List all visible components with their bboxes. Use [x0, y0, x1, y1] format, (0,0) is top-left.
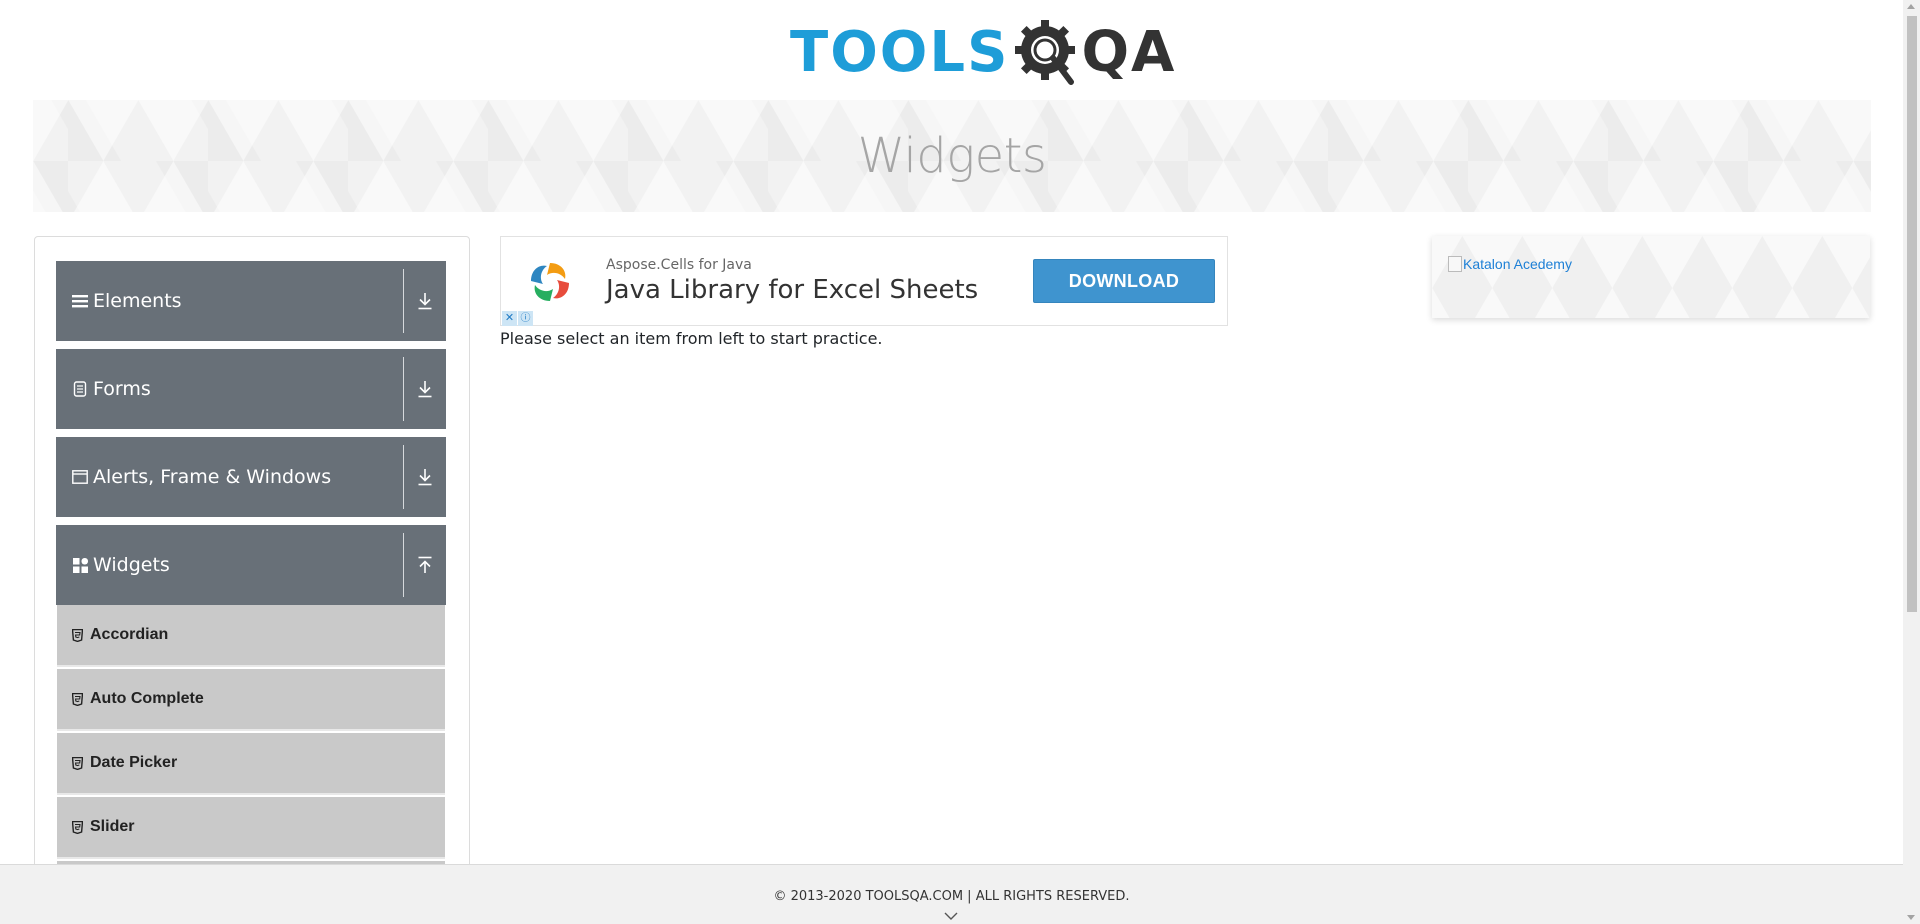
ad-banner[interactable]: Aspose.Cells for Java Java Library for E…: [500, 236, 1228, 326]
aspose-logo-icon: [531, 263, 569, 301]
ad-alt-text: Katalon Acedemy: [1463, 256, 1572, 272]
scrollbar-thumb[interactable]: [1907, 16, 1917, 612]
scroll-up-arrow-icon[interactable]: [1907, 4, 1915, 9]
ad-subtitle: Aspose.Cells for Java: [606, 257, 752, 273]
sidebar-item-label: Slider: [90, 818, 135, 835]
download-arrow-icon[interactable]: [412, 464, 438, 490]
sidebar-item-accordian[interactable]: Accordian: [57, 605, 445, 667]
toolsqa-logo[interactable]: TOOLS QA: [790, 14, 1176, 92]
form-icon: [72, 381, 88, 397]
html5-icon: [71, 756, 83, 770]
nav-group-forms[interactable]: Forms: [56, 349, 446, 429]
logo-tools-text: TOOLS: [790, 20, 1010, 85]
divider: [403, 533, 404, 597]
menu-icon: [72, 293, 88, 309]
html5-icon: [71, 820, 83, 834]
nav-group-widgets[interactable]: Widgets: [56, 525, 446, 605]
nav-group-label: Elements: [93, 290, 182, 312]
divider: [403, 445, 404, 509]
download-arrow-icon[interactable]: [412, 288, 438, 314]
nav-group-label: Widgets: [93, 554, 170, 576]
chevron-down-icon[interactable]: [943, 911, 959, 921]
page-banner: Widgets: [33, 100, 1871, 212]
nav-group-alerts-frame-windows[interactable]: Alerts, Frame & Windows: [56, 437, 446, 517]
broken-image-icon: [1448, 256, 1462, 272]
sidebar-item-date-picker[interactable]: Date Picker: [57, 733, 445, 795]
nav-group-elements[interactable]: Elements: [56, 261, 446, 341]
grid-icon: [72, 557, 88, 573]
divider: [403, 357, 404, 421]
copyright-text: © 2013-2020 TOOLSQA.COM | ALL RIGHTS RES…: [773, 889, 1130, 904]
footer: © 2013-2020 TOOLSQA.COM | ALL RIGHTS RES…: [0, 864, 1903, 924]
scroll-down-arrow-icon[interactable]: [1907, 915, 1915, 920]
page: TOOLS QA Widgets Elements Forms Alerts, …: [0, 0, 1920, 924]
page-title: Widgets: [857, 128, 1047, 184]
nav-group-label: Alerts, Frame & Windows: [93, 466, 332, 488]
download-arrow-icon[interactable]: [412, 376, 438, 402]
vertical-scrollbar[interactable]: [1903, 0, 1920, 924]
sidebar-item-auto-complete[interactable]: Auto Complete: [57, 669, 445, 731]
sidebar-item-label: Auto Complete: [90, 690, 204, 707]
download-button[interactable]: DOWNLOAD: [1033, 259, 1215, 303]
left-nav-panel: Elements Forms Alerts, Frame & Windows W…: [34, 236, 470, 924]
window-icon: [72, 469, 88, 485]
sidebar-item-label: Date Picker: [90, 754, 178, 771]
instruction-text: Please select an item from left to start…: [500, 329, 883, 348]
close-icon[interactable]: ✕: [502, 311, 517, 326]
html5-icon: [71, 692, 83, 706]
sidebar-item-slider[interactable]: Slider: [57, 797, 445, 859]
right-ad-banner[interactable]: Katalon Acedemy: [1432, 236, 1870, 318]
nav-group-label: Forms: [93, 378, 151, 400]
katalon-ad-link[interactable]: Katalon Acedemy: [1448, 256, 1572, 272]
html5-icon: [71, 628, 83, 642]
info-icon[interactable]: ⓘ: [518, 311, 533, 326]
sidebar-item-label: Accordian: [90, 626, 169, 643]
gear-magnifier-icon: [1015, 20, 1076, 85]
upload-arrow-icon[interactable]: [412, 552, 438, 578]
logo-qa-text: QA: [1081, 20, 1177, 85]
divider: [403, 269, 404, 333]
ad-title[interactable]: Java Library for Excel Sheets: [606, 275, 978, 305]
